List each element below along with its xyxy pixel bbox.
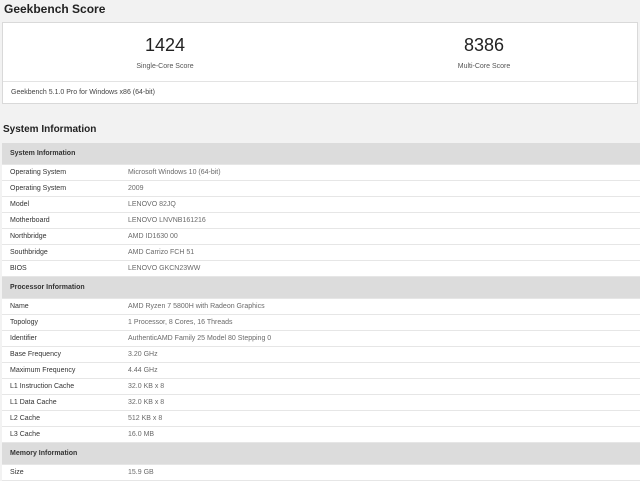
- section-title: Memory Information: [2, 442, 640, 465]
- multi-core-score-label: Multi-Core Score: [457, 63, 511, 70]
- section-header: System Information: [2, 143, 640, 165]
- row-value: 1 Processor, 8 Cores, 16 Threads: [120, 314, 640, 331]
- table-row: Motherboard LENOVO LNVNB161216: [2, 212, 640, 229]
- row-value: 16.0 MB: [120, 426, 640, 443]
- row-name: L3 Cache: [2, 426, 120, 443]
- table-row: L3 Cache 16.0 MB: [2, 426, 640, 443]
- section-title: System Information: [2, 143, 640, 165]
- table-row: Operating System Microsoft Windows 10 (64…: [2, 164, 640, 181]
- row-name: Size: [2, 464, 120, 481]
- score-card: 1424 Single-Core Score 8386 Multi-Core S…: [2, 22, 638, 104]
- single-core-score-label: Single-Core Score: [136, 63, 194, 70]
- row-name: Motherboard: [2, 212, 120, 229]
- table-row: Base Frequency 3.20 GHz: [2, 346, 640, 363]
- row-value: LENOVO 82JQ: [120, 196, 640, 213]
- table-row: Topology 1 Processor, 8 Cores, 16 Threads: [2, 314, 640, 331]
- row-name: Topology: [2, 314, 120, 331]
- table-row: Identifier AuthenticAMD Family 25 Model 8…: [2, 330, 640, 347]
- row-name: L2 Cache: [2, 410, 120, 427]
- table-row: BIOS LENOVO GKCN23WW: [2, 260, 640, 277]
- row-name: Model: [2, 196, 120, 213]
- table-row: Maximum Frequency 4.44 GHz: [2, 362, 640, 379]
- multi-core-score-value: 8386: [463, 35, 505, 55]
- table-row: L2 Cache 512 KB x 8: [2, 410, 640, 427]
- single-core-score-value: 1424: [144, 35, 186, 55]
- row-value: 4.44 GHz: [120, 362, 640, 379]
- row-value: 512 KB x 8: [120, 410, 640, 427]
- row-name: BIOS: [2, 260, 120, 277]
- table-row: Operating System 2009: [2, 180, 640, 197]
- single-core-score: 1424 Single-Core Score: [65, 33, 265, 70]
- row-name: L1 Data Cache: [2, 394, 120, 411]
- table-row: Southbridge AMD Carrizo FCH 51: [2, 244, 640, 261]
- row-value: AMD ID1630 00: [120, 228, 640, 245]
- version-string: Geekbench 5.1.0 Pro for Windows x86 (64-…: [11, 89, 155, 96]
- row-name: Base Frequency: [2, 346, 120, 363]
- system-information-heading: System Information: [3, 124, 97, 135]
- system-information-table: System Information Operating System Micros…: [2, 143, 640, 481]
- table-row: L1 Instruction Cache 32.0 KB x 8: [2, 378, 640, 395]
- table-row: Name AMD Ryzen 7 5800H with Radeon Graphi…: [2, 298, 640, 315]
- row-value: 3.20 GHz: [120, 346, 640, 363]
- row-value: 32.0 KB x 8: [120, 378, 640, 395]
- page-title: Geekbench Score: [4, 2, 106, 16]
- row-name: L1 Instruction Cache: [2, 378, 120, 395]
- divider: [3, 81, 637, 82]
- section-header: Processor Information: [2, 276, 640, 299]
- row-name: Southbridge: [2, 244, 120, 261]
- row-name: Operating System: [2, 180, 120, 197]
- multi-core-score: 8386 Multi-Core Score: [384, 33, 584, 70]
- row-name: Northbridge: [2, 228, 120, 245]
- table-row: Northbridge AMD ID1630 00: [2, 228, 640, 245]
- table-row: Size 15.9 GB: [2, 464, 640, 481]
- row-value: AMD Carrizo FCH 51: [120, 244, 640, 261]
- row-name: Identifier: [2, 330, 120, 347]
- section-title: Processor Information: [2, 276, 640, 299]
- row-name: Maximum Frequency: [2, 362, 120, 379]
- table-row: L1 Data Cache 32.0 KB x 8: [2, 394, 640, 411]
- row-name: Operating System: [2, 164, 120, 181]
- row-value: AMD Ryzen 7 5800H with Radeon Graphics: [120, 298, 640, 315]
- row-name: Name: [2, 298, 120, 315]
- row-value: 32.0 KB x 8: [120, 394, 640, 411]
- row-value: LENOVO GKCN23WW: [120, 260, 640, 277]
- section-header: Memory Information: [2, 442, 640, 465]
- row-value: 15.9 GB: [120, 464, 640, 481]
- row-value: 2009: [120, 180, 640, 197]
- row-value: AuthenticAMD Family 25 Model 80 Stepping…: [120, 330, 640, 347]
- row-value: LENOVO LNVNB161216: [120, 212, 640, 229]
- row-value: Microsoft Windows 10 (64-bit): [120, 164, 640, 181]
- table-row: Model LENOVO 82JQ: [2, 196, 640, 213]
